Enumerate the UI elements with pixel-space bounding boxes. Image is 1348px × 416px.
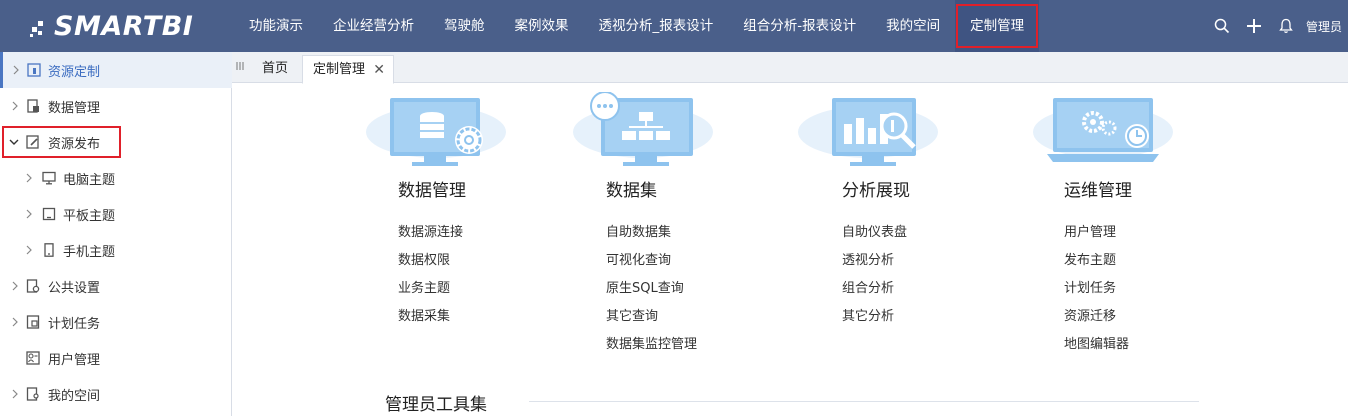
- link-combined-analysis[interactable]: 组合分析: [842, 277, 907, 305]
- link-self-dashboard[interactable]: 自助仪表盘: [842, 221, 907, 249]
- link-visual-query[interactable]: 可视化查询: [606, 249, 697, 277]
- publish-icon: [26, 135, 40, 149]
- data-manage-icon: [26, 99, 40, 113]
- phone-icon: [43, 243, 57, 257]
- link-schedule-task[interactable]: 计划任务: [1064, 277, 1129, 305]
- sidebar-item-public-settings[interactable]: 公共设置: [0, 268, 232, 304]
- chevron-right-icon[interactable]: [10, 281, 20, 291]
- tab-label: 定制管理: [313, 62, 366, 77]
- module-title: 数据集: [606, 181, 657, 201]
- module-title: 运维管理: [1064, 181, 1132, 201]
- sidebar-item-schedule[interactable]: 计划任务: [0, 304, 232, 340]
- link-self-dataset[interactable]: 自助数据集: [606, 221, 697, 249]
- sidebar-item-label: 公共设置: [48, 280, 101, 296]
- chevron-right-icon[interactable]: [10, 389, 20, 399]
- sidebar-item-label: 平板主题: [63, 208, 116, 224]
- sidebar-item-data-manage[interactable]: 数据管理: [0, 88, 232, 124]
- link-business-topic[interactable]: 业务主题: [398, 277, 463, 305]
- tab-menu-handle-icon[interactable]: [236, 61, 246, 73]
- ops-illustration-icon: [1033, 98, 1173, 162]
- analysis-illustration-icon: [798, 98, 938, 166]
- chevron-right-icon[interactable]: [10, 101, 20, 111]
- link-publish-topic[interactable]: 发布主题: [1064, 249, 1129, 277]
- sidebar-item-label: 数据管理: [48, 100, 101, 116]
- nav-item-business-analysis[interactable]: 企业经营分析: [318, 0, 429, 52]
- sidebar-item-label: 用户管理: [48, 352, 101, 368]
- sidebar-item-label: 资源定制: [48, 64, 101, 80]
- nav-item-pivot-design[interactable]: 透视分析_报表设计: [584, 0, 729, 52]
- module-title: 分析展现: [842, 181, 910, 201]
- link-resource-migrate[interactable]: 资源迁移: [1064, 305, 1129, 333]
- close-icon[interactable]: ✕: [373, 56, 385, 84]
- settings-doc-icon: [26, 279, 40, 293]
- user-manage-icon: [26, 351, 40, 365]
- link-other-query[interactable]: 其它查询: [606, 305, 697, 333]
- module-link-list: 自助仪表盘 透视分析 组合分析 其它分析: [842, 221, 907, 333]
- sidebar-item-label: 我的空间: [48, 388, 101, 404]
- link-other-analysis[interactable]: 其它分析: [842, 305, 907, 333]
- link-datasource[interactable]: 数据源连接: [398, 221, 463, 249]
- sidebar-item-phone-theme[interactable]: 手机主题: [0, 232, 232, 268]
- link-pivot-analysis[interactable]: 透视分析: [842, 249, 907, 277]
- module-link-list: 数据源连接 数据权限 业务主题 数据采集: [398, 221, 463, 333]
- chevron-down-icon[interactable]: [9, 137, 19, 147]
- link-user-manage[interactable]: 用户管理: [1064, 221, 1129, 249]
- nav-item-cockpit[interactable]: 驾驶舱: [429, 0, 500, 52]
- link-map-editor[interactable]: 地图编辑器: [1064, 333, 1129, 361]
- module-title: 数据管理: [398, 181, 466, 201]
- link-data-collect[interactable]: 数据采集: [398, 305, 463, 333]
- tablet-icon: [42, 207, 56, 221]
- logo-text: SMARTBI: [54, 10, 194, 42]
- tab-home[interactable]: 首页: [252, 55, 298, 83]
- bell-icon[interactable]: [1270, 0, 1302, 52]
- sidebar-item-my-space[interactable]: 我的空间: [0, 376, 232, 412]
- dataset-illustration-icon: [573, 92, 713, 166]
- add-icon[interactable]: [1238, 0, 1270, 52]
- database-illustration-icon: [366, 98, 506, 166]
- sidebar-item-label: 资源发布: [48, 136, 101, 152]
- sidebar-item-resource-custom[interactable]: 资源定制: [0, 52, 232, 88]
- sidebar-item-tablet-theme[interactable]: 平板主题: [0, 196, 232, 232]
- nav-item-my-space[interactable]: 我的空间: [871, 0, 955, 52]
- main-content: 数据管理 数据源连接 数据权限 业务主题 数据采集 数据集 自助数据集 可视化查…: [233, 84, 1348, 416]
- my-space-icon: [26, 387, 40, 401]
- top-actions: 管理员: [1206, 0, 1348, 52]
- link-dataset-monitor[interactable]: 数据集监控管理: [606, 333, 697, 361]
- top-bar: SMARTBI 功能演示 企业经营分析 驾驶舱 案例效果 透视分析_报表设计 组…: [0, 0, 1348, 52]
- tab-strip: 首页 定制管理 ✕: [232, 52, 1348, 84]
- link-sql-query[interactable]: 原生SQL查询: [606, 277, 697, 305]
- sidebar-item-desktop-theme[interactable]: 电脑主题: [0, 160, 232, 196]
- sidebar-item-publish[interactable]: 资源发布: [0, 124, 232, 160]
- sidebar-item-user-manage[interactable]: 用户管理: [0, 340, 232, 376]
- link-data-permission[interactable]: 数据权限: [398, 249, 463, 277]
- schedule-icon: [26, 315, 40, 329]
- chevron-right-icon[interactable]: [24, 209, 34, 219]
- chevron-right-icon[interactable]: [11, 65, 21, 75]
- nav-item-demo[interactable]: 功能演示: [234, 0, 318, 52]
- desktop-icon: [42, 171, 56, 185]
- nav-item-custom-manage[interactable]: 定制管理: [955, 0, 1040, 52]
- user-menu[interactable]: 管理员: [1302, 18, 1348, 35]
- main-nav: 功能演示 企业经营分析 驾驶舱 案例效果 透视分析_报表设计 组合分析-报表设计…: [234, 0, 1040, 52]
- sidebar-item-label: 计划任务: [48, 316, 101, 332]
- resource-custom-icon: [27, 63, 41, 77]
- chevron-right-icon[interactable]: [24, 173, 34, 183]
- admin-tools-title: 管理员工具集: [385, 395, 487, 415]
- logo-mark-icon: [30, 15, 52, 37]
- nav-item-combined-design[interactable]: 组合分析-报表设计: [728, 0, 871, 52]
- chevron-right-icon[interactable]: [10, 317, 20, 327]
- sidebar-item-label: 手机主题: [63, 244, 116, 260]
- module-link-list: 自助数据集 可视化查询 原生SQL查询 其它查询 数据集监控管理: [606, 221, 697, 361]
- nav-item-case-effect[interactable]: 案例效果: [500, 0, 584, 52]
- logo[interactable]: SMARTBI: [30, 8, 193, 44]
- search-icon[interactable]: [1206, 0, 1238, 52]
- module-link-list: 用户管理 发布主题 计划任务 资源迁移 地图编辑器: [1064, 221, 1129, 361]
- divider: [529, 401, 1199, 402]
- chevron-right-icon[interactable]: [24, 245, 34, 255]
- tab-custom-manage[interactable]: 定制管理 ✕: [302, 55, 395, 84]
- sidebar-item-label: 电脑主题: [63, 172, 116, 188]
- sidebar: 资源定制 数据管理 资源发布 电脑主题 平板主题 手机主题 公共设置 计划任务: [0, 52, 232, 416]
